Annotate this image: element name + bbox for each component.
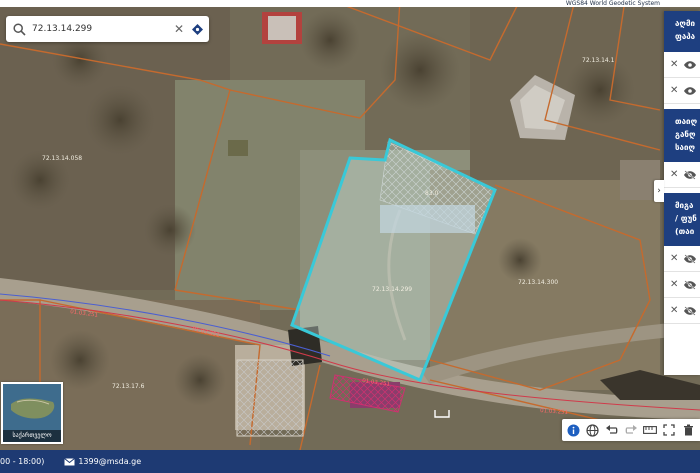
section-title-line: ფაპა: [675, 32, 696, 41]
eye-off-icon[interactable]: [684, 305, 696, 316]
panel-section-header: მიგა / ფუნ (თაი: [664, 193, 700, 246]
eye-off-icon[interactable]: [684, 253, 696, 264]
section-title-line: მიგა: [675, 201, 694, 210]
section-title-line: თაიღ: [675, 117, 698, 126]
eye-off-icon[interactable]: [684, 169, 696, 180]
section-title-line: აღმი: [675, 19, 695, 28]
info-icon[interactable]: [567, 423, 581, 437]
search-box[interactable]: ✕: [6, 16, 209, 42]
measure-icon[interactable]: [643, 423, 658, 437]
panel-section-header: თაიღ განღ საიღ: [664, 109, 700, 162]
close-icon[interactable]: ✕: [670, 279, 684, 290]
mail-icon: [64, 457, 76, 465]
section-title-line: (თაი: [675, 227, 695, 236]
layer-row: ✕: [664, 78, 700, 104]
fullscreen-icon[interactable]: [662, 423, 676, 437]
trash-icon[interactable]: [681, 423, 695, 437]
aerial-imagery: [0, 0, 700, 450]
eye-icon[interactable]: [684, 86, 696, 95]
search-input[interactable]: [32, 24, 170, 34]
section-title-line: / ფუნ: [675, 214, 697, 223]
close-icon[interactable]: ✕: [670, 253, 684, 264]
layer-row: ✕: [664, 246, 700, 272]
section-title-line: საიღ: [675, 143, 695, 152]
globe-icon[interactable]: [586, 423, 600, 437]
minimap-image: [3, 384, 61, 430]
layers-panel: აღმი ფაპა ✕ ✕ თაიღ განღ საიღ ✕ მიგა / ფუ…: [664, 11, 700, 375]
coordinate-system-label[interactable]: WGS84 World Geodetic System: [566, 0, 660, 7]
search-icon[interactable]: [6, 22, 32, 36]
status-bar: 00 - 18:00) 1399@msda.ge: [0, 450, 700, 473]
redo-icon[interactable]: [624, 423, 638, 437]
locate-icon[interactable]: [188, 23, 206, 35]
overview-minimap[interactable]: საქართველო: [1, 382, 63, 444]
close-icon[interactable]: ✕: [670, 169, 684, 180]
minimap-label: საქართველო: [3, 430, 61, 442]
contact-email[interactable]: 1399@msda.ge: [64, 457, 141, 466]
close-icon[interactable]: ✕: [670, 305, 684, 316]
panel-collapse-button[interactable]: ›: [654, 180, 664, 202]
scale-bar: [434, 409, 450, 418]
eye-icon[interactable]: [684, 60, 696, 69]
working-hours: 00 - 18:00): [0, 457, 45, 466]
email-text[interactable]: 1399@msda.ge: [78, 457, 141, 466]
close-icon[interactable]: ✕: [670, 59, 684, 70]
layer-row: ✕: [664, 52, 700, 78]
panel-section-header: აღმი ფაპა: [664, 11, 700, 52]
undo-icon[interactable]: [605, 423, 619, 437]
section-title-line: განღ: [675, 130, 696, 139]
layer-row: ✕: [664, 298, 700, 324]
close-icon[interactable]: ✕: [670, 85, 684, 96]
layer-row: ✕: [664, 272, 700, 298]
top-header: WGS84 World Geodetic System: [0, 0, 700, 7]
map-canvas[interactable]: 72.13.14.299 72.13.14.058 72.13.14.1 72.…: [0, 0, 700, 450]
layer-row: ✕: [664, 162, 700, 188]
eye-off-icon[interactable]: [684, 279, 696, 290]
clear-icon[interactable]: ✕: [170, 22, 188, 36]
map-toolbar: [562, 419, 700, 441]
